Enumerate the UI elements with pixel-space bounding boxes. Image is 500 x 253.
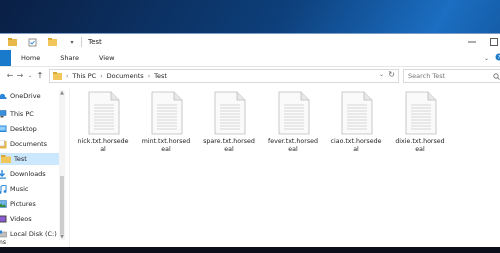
search-box[interactable] <box>403 69 500 83</box>
new-folder-icon[interactable] <box>47 38 57 47</box>
recent-locations-icon[interactable]: ⌄ <box>25 70 35 82</box>
address-row: ← → ⌄ ↑ › This PC › Documents › Test ⌄ ↻ <box>0 67 500 84</box>
folder-icon <box>53 72 62 80</box>
file-item[interactable]: dixie.txt.horsedeal <box>391 91 449 154</box>
file-name: dixie.txt.horsedeal <box>395 138 445 153</box>
search-icon <box>493 72 500 80</box>
breadcrumb-separator-icon: › <box>147 72 151 80</box>
address-dropdown-icon[interactable]: ⌄ <box>379 71 384 78</box>
sidebar-item-label: Downloads <box>10 170 46 178</box>
properties-icon[interactable] <box>27 38 37 47</box>
breadcrumb-separator-icon: › <box>66 72 69 80</box>
tab-view[interactable]: View <box>89 50 124 66</box>
file-item[interactable]: spare.txt.horsedeal <box>200 91 258 154</box>
breadcrumb-separator-icon: › <box>100 72 103 80</box>
sidebar-item-label: Desktop <box>10 125 37 133</box>
breadcrumb-test[interactable]: Test <box>154 72 167 80</box>
sidebar-item-label: Music <box>10 185 29 193</box>
sidebar-item-label: OneDrive <box>10 92 41 100</box>
refresh-icon[interactable]: ↻ <box>388 70 395 79</box>
minimize-button[interactable] <box>467 37 477 47</box>
breadcrumb-this-pc[interactable]: This PC <box>72 72 96 80</box>
text-file-icon <box>336 91 376 135</box>
quick-access-dropdown-icon[interactable]: ▾ <box>67 38 77 47</box>
tab-home[interactable]: Home <box>11 50 50 66</box>
file-item[interactable]: mint.txt.horsedeal <box>137 91 195 154</box>
sidebar-item-label: Documents <box>10 140 48 148</box>
back-button[interactable]: ← <box>5 70 15 82</box>
computer-icon <box>0 110 7 119</box>
sidebar-item-this-pc[interactable]: This PC <box>0 108 63 120</box>
text-file-icon <box>400 91 440 135</box>
desktop-folder-icon <box>0 125 7 134</box>
file-list: nick.txt.horsedeal mint.txt.horsedeal sp… <box>71 88 500 238</box>
maximize-button[interactable] <box>489 37 499 47</box>
help-icon[interactable]: ? <box>495 53 500 63</box>
sidebar-item-desktop[interactable]: Desktop <box>0 123 63 135</box>
file-name: nick.txt.horsedeal <box>77 138 129 153</box>
sidebar-item-videos[interactable]: Videos <box>0 213 63 225</box>
pictures-icon <box>0 200 7 209</box>
file-item[interactable]: nick.txt.horsedeal <box>74 91 132 154</box>
text-file-icon <box>273 91 313 135</box>
file-name: mint.txt.horsedeal <box>141 138 191 153</box>
sidebar-item-label: Videos <box>10 215 32 223</box>
sidebar-item-documents[interactable]: Documents <box>0 138 63 150</box>
title-bar: ▾ Test <box>0 34 500 50</box>
text-file-icon <box>146 91 186 135</box>
window-title: Test <box>88 38 102 46</box>
music-icon <box>0 184 7 194</box>
videos-icon <box>0 215 7 224</box>
sidebar-scrollbar[interactable]: ▲ ▼ <box>59 90 65 240</box>
text-file-icon <box>83 91 123 135</box>
sidebar-item-label: This PC <box>10 110 34 118</box>
file-explorer-icon <box>7 38 17 47</box>
file-name: ciao.txt.horsedeal <box>330 138 382 153</box>
taskbar <box>0 247 500 253</box>
expand-ribbon-icon[interactable]: ⌄ <box>484 55 489 62</box>
title-separator <box>81 37 82 47</box>
file-item[interactable]: fever.txt.horsedeal <box>264 91 322 154</box>
tab-share[interactable]: Share <box>50 50 89 66</box>
sidebar-item-label: Pictures <box>10 200 36 208</box>
sidebar-item-pictures[interactable]: Pictures <box>0 198 63 210</box>
breadcrumb-documents[interactable]: Documents <box>107 72 144 80</box>
file-name: fever.txt.horsedeal <box>268 138 318 153</box>
sidebar-item-label: Test <box>14 155 27 163</box>
address-bar[interactable]: › This PC › Documents › Test ⌄ ↻ <box>49 69 399 83</box>
window-controls <box>467 37 499 47</box>
forward-button[interactable]: → <box>15 70 25 82</box>
sidebar-item-downloads[interactable]: Downloads <box>0 168 63 180</box>
scrollbar-thumb[interactable] <box>60 176 64 234</box>
status-text: ms <box>0 239 6 246</box>
cloud-icon <box>0 92 7 101</box>
search-input[interactable] <box>404 71 480 81</box>
sidebar-item-onedrive[interactable]: OneDrive <box>0 90 63 102</box>
sidebar-item-test[interactable]: Test <box>0 153 63 165</box>
ribbon: Home Share View ⌄ ? <box>0 50 500 67</box>
sidebar-item-music[interactable]: Music <box>0 183 63 195</box>
file-explorer-window: ▾ Test Home Share View ⌄ ? ← → ⌄ ↑ <box>0 33 500 249</box>
file-name: spare.txt.horsedeal <box>203 138 255 153</box>
text-file-icon <box>209 91 249 135</box>
folder-icon <box>1 155 11 164</box>
ribbon-right-controls: ⌄ ? <box>484 53 500 63</box>
documents-icon <box>0 139 7 149</box>
file-item[interactable]: ciao.txt.horsedeal <box>327 91 385 154</box>
scroll-up-arrow-icon[interactable]: ▲ <box>59 90 65 96</box>
downloads-icon <box>0 169 7 179</box>
file-tab[interactable] <box>0 50 11 66</box>
up-button[interactable]: ↑ <box>35 70 45 82</box>
